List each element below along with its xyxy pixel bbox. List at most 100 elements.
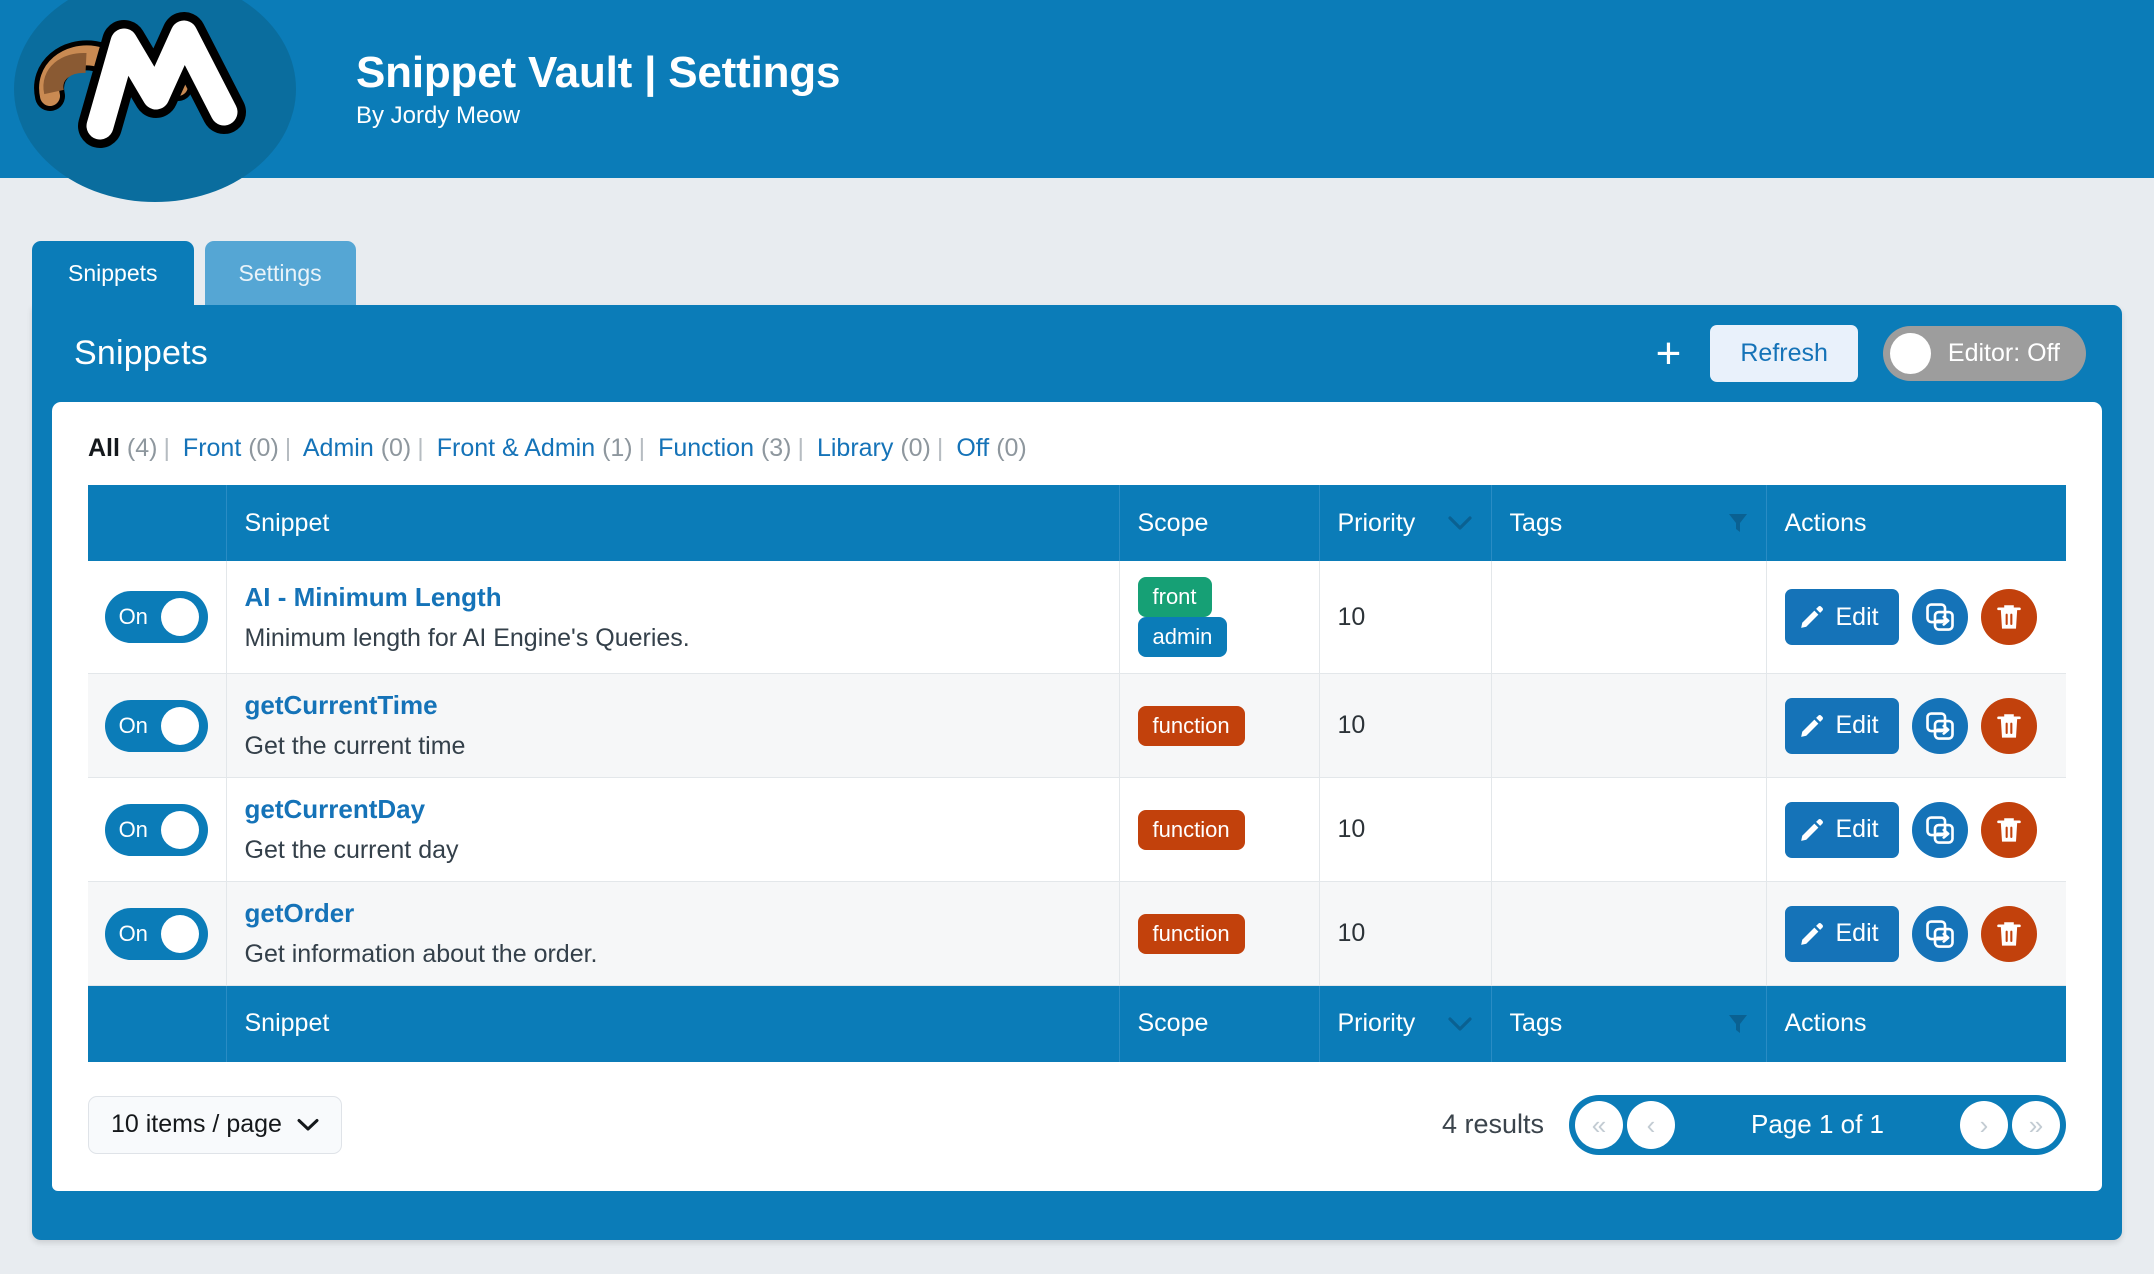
snippet-name-link[interactable]: getCurrentDay — [245, 794, 1101, 825]
edit-button[interactable]: Edit — [1784, 801, 1899, 858]
scope-cell: function — [1119, 673, 1320, 778]
edit-button[interactable]: Edit — [1784, 589, 1899, 645]
pagination-area: 4 results « ‹ Page 1 of 1 › » — [1442, 1094, 2066, 1155]
funnel-icon[interactable] — [1728, 1013, 1748, 1035]
scope-cell: function — [1119, 881, 1320, 986]
duplicate-icon — [1925, 711, 1954, 740]
filter-count-front: (0) — [248, 434, 279, 462]
snippet-enable-toggle[interactable]: On — [105, 803, 209, 856]
table-footer-header: Snippet Scope Priority Tags Actions — [88, 985, 2066, 1062]
filter-link-admin[interactable]: Admin — [303, 434, 374, 462]
prev-page-button[interactable]: ‹ — [1627, 1100, 1675, 1149]
actions-cell: Edit — [1766, 673, 2066, 778]
row-toggle-cell: On — [88, 777, 227, 882]
snippet-enable-toggle[interactable]: On — [105, 699, 209, 752]
delete-button[interactable] — [1980, 905, 2037, 962]
page-subtitle: By Jordy Meow — [356, 102, 521, 130]
filter-count-all: (4) — [126, 434, 158, 462]
duplicate-button[interactable] — [1911, 697, 1968, 754]
footer-column-header-tags-label: Tags — [1509, 1009, 1563, 1038]
tags-cell — [1491, 561, 1767, 674]
editor-toggle-knob — [1889, 333, 1931, 374]
snippet-enable-toggle-knob — [161, 706, 200, 745]
table-row: On AI - Minimum Length Minimum length fo… — [88, 561, 2066, 674]
add-snippet-button[interactable]: + — [1652, 331, 1686, 375]
edit-button-label: Edit — [1835, 711, 1879, 739]
column-header-scope[interactable]: Scope — [1119, 485, 1320, 561]
duplicate-button[interactable] — [1911, 801, 1968, 858]
trash-icon — [1996, 817, 2021, 842]
funnel-icon[interactable] — [1728, 512, 1748, 534]
filter-link-off[interactable]: Off — [956, 434, 989, 462]
edit-button[interactable]: Edit — [1784, 905, 1899, 962]
tab-bar: Snippets Settings — [0, 241, 2154, 305]
footer-column-header-scope[interactable]: Scope — [1119, 985, 1320, 1062]
chevron-down-icon[interactable] — [1447, 1016, 1473, 1032]
priority-cell: 10 — [1319, 777, 1492, 882]
footer-column-header-snippet[interactable]: Snippet — [226, 985, 1120, 1062]
filter-link-front-admin[interactable]: Front & Admin — [437, 434, 595, 462]
snippet-enable-toggle[interactable]: On — [105, 591, 209, 643]
column-header-tags[interactable]: Tags — [1491, 485, 1767, 561]
snippet-enable-toggle[interactable]: On — [105, 907, 209, 960]
scope-cell: function — [1119, 777, 1320, 882]
priority-cell: 10 — [1319, 673, 1492, 778]
snippet-enable-toggle-label: On — [118, 816, 148, 842]
tags-cell — [1491, 881, 1767, 986]
editor-toggle-label: Editor: Off — [1947, 339, 2060, 367]
footer-column-header-priority[interactable]: Priority — [1319, 985, 1492, 1062]
meow-apps-logo-icon — [34, 12, 246, 148]
refresh-button[interactable]: Refresh — [1710, 325, 1858, 382]
panel-toolbar: + Refresh Editor: Off — [1652, 325, 2086, 382]
editor-toggle[interactable]: Editor: Off — [1882, 326, 2086, 381]
filter-link-function[interactable]: Function — [658, 434, 754, 462]
duplicate-icon — [1925, 815, 1954, 844]
filter-link-all[interactable]: All — [88, 434, 120, 462]
row-toggle-cell: On — [88, 673, 227, 778]
snippet-enable-toggle-label: On — [118, 712, 148, 738]
column-header-priority[interactable]: Priority — [1319, 485, 1492, 561]
snippet-description: Get information about the order. — [244, 940, 598, 968]
tags-cell — [1491, 777, 1767, 882]
snippets-card: All (4) | Front (0) | Admin (0) | Front & A… — [52, 402, 2102, 1191]
snippet-name-link[interactable]: AI - Minimum Length — [245, 582, 1101, 613]
edit-button-label: Edit — [1835, 919, 1879, 947]
filter-count-off: (0) — [996, 434, 1027, 462]
edit-button[interactable]: Edit — [1784, 697, 1899, 754]
filter-link-front[interactable]: Front — [183, 434, 241, 462]
footer-column-header-toggle — [88, 985, 227, 1062]
tags-cell — [1491, 673, 1767, 778]
items-per-page-select[interactable]: 10 items / page — [88, 1095, 342, 1154]
snippet-name-link[interactable]: getOrder — [245, 898, 1101, 929]
row-toggle-cell: On — [88, 881, 227, 986]
footer-column-header-tags[interactable]: Tags — [1491, 985, 1767, 1062]
items-per-page-label: 10 items / page — [111, 1110, 282, 1138]
delete-button[interactable] — [1980, 589, 2037, 645]
scope-badge-front: front — [1137, 577, 1212, 617]
pencil-icon — [1800, 606, 1823, 628]
duplicate-button[interactable] — [1911, 905, 1968, 962]
panel-title: Snippets — [74, 334, 208, 372]
actions-cell: Edit — [1766, 561, 2066, 674]
column-header-priority-label: Priority — [1337, 508, 1416, 537]
column-header-snippet[interactable]: Snippet — [226, 485, 1120, 561]
footer-column-header-actions: Actions — [1766, 985, 2066, 1062]
card-footer: 10 items / page 4 results « ‹ Page 1 of … — [52, 1062, 2102, 1191]
chevron-down-icon[interactable] — [1447, 515, 1473, 531]
duplicate-button[interactable] — [1911, 589, 1968, 645]
tab-settings[interactable]: Settings — [204, 241, 356, 305]
footer-column-header-priority-label: Priority — [1337, 1009, 1416, 1038]
tab-snippets[interactable]: Snippets — [32, 241, 194, 305]
snippet-description: Get the current day — [244, 836, 459, 864]
filter-count-admin: (0) — [380, 434, 412, 462]
first-page-button[interactable]: « — [1575, 1100, 1623, 1149]
delete-button[interactable] — [1980, 697, 2037, 754]
filter-link-library[interactable]: Library — [817, 434, 893, 462]
scope-badge-function: function — [1137, 913, 1245, 954]
delete-button[interactable] — [1980, 801, 2037, 858]
snippet-name-link[interactable]: getCurrentTime — [245, 690, 1101, 721]
snippet-cell: getCurrentTime Get the current time — [226, 673, 1120, 778]
next-page-button[interactable]: › — [1960, 1100, 2008, 1149]
filter-links: All (4) | Front (0) | Admin (0) | Front & A… — [88, 434, 1027, 462]
last-page-button[interactable]: » — [2012, 1100, 2060, 1149]
